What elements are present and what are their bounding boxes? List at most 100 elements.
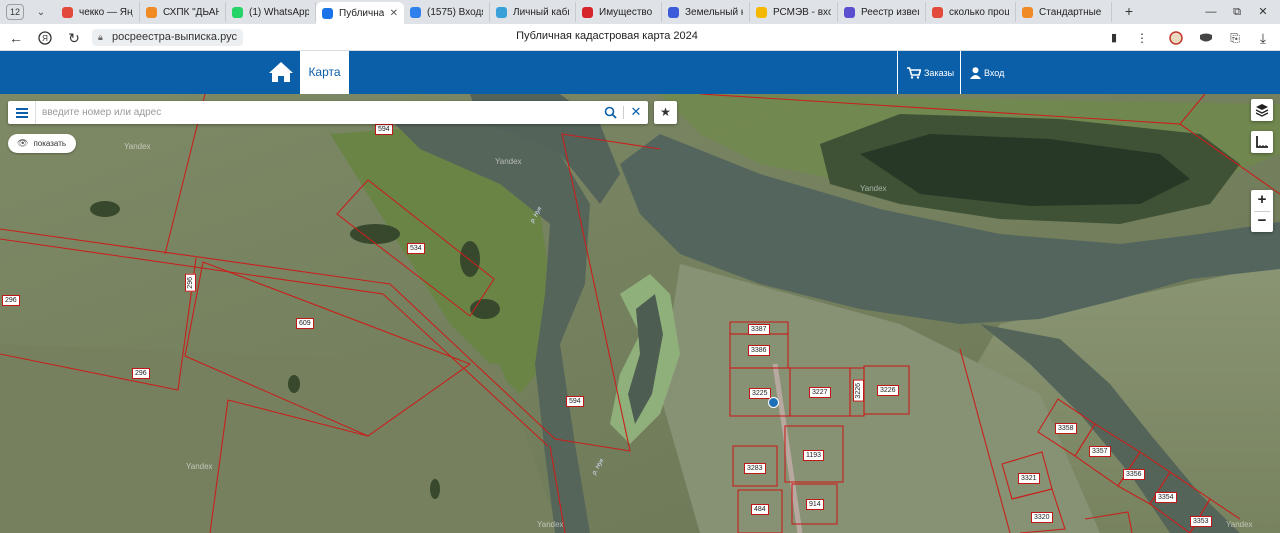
tab-label: сколько проц — [949, 6, 1009, 18]
parcel-label[interactable]: 296 — [185, 274, 196, 292]
orders-label: Заказы — [924, 67, 955, 78]
parcel-label[interactable]: 3358 — [1055, 423, 1077, 434]
show-label: показать — [33, 139, 67, 148]
parcel-label[interactable]: 3226 — [853, 380, 864, 402]
browser-tab[interactable]: (1) WhatsApp — [226, 2, 316, 22]
extension-icon[interactable] — [1166, 28, 1186, 48]
zoom-in-icon[interactable]: + — [1251, 190, 1273, 211]
parcel-label[interactable]: 3353 — [1190, 516, 1212, 527]
downloads-icon[interactable]: ⤓ — [1253, 28, 1273, 48]
browser-tab[interactable]: сколько проц — [926, 2, 1016, 22]
restore-icon[interactable]: ⧉ — [1224, 0, 1250, 24]
layers-icon[interactable] — [1251, 99, 1273, 121]
page-title: Публичная кадастровая карта 2024 — [516, 30, 698, 42]
parcel-label[interactable]: 594 — [375, 124, 393, 135]
login-button[interactable]: Вход — [960, 51, 1020, 94]
parcel-label[interactable]: 3387 — [748, 324, 770, 335]
tab-favicon-icon — [62, 6, 73, 18]
collections-icon[interactable]: ⎘ — [1225, 28, 1245, 48]
tab-close-icon[interactable]: ✕ — [390, 8, 398, 19]
parcel-label[interactable]: 3226 — [877, 385, 899, 396]
browser-tab[interactable]: Публичная ка ✕ — [316, 2, 404, 24]
yandex-watermark: Yandex — [124, 142, 151, 151]
login-label: Вход — [984, 67, 1005, 78]
star-icon[interactable]: ★ — [654, 101, 677, 124]
more-menu-icon[interactable]: ⋮ — [1132, 28, 1152, 48]
parcel-label[interactable]: 3320 — [1031, 512, 1053, 523]
tab-label: РСМЭВ - вход — [773, 6, 831, 18]
tab-list-chevron-icon[interactable]: ⌄ — [32, 7, 50, 18]
tab-favicon-icon — [582, 6, 593, 18]
search-input[interactable] — [42, 101, 592, 124]
parcel-label[interactable]: 3357 — [1089, 446, 1111, 457]
search-icon[interactable] — [604, 106, 617, 119]
ruler-icon[interactable] — [1251, 131, 1273, 153]
parcel-label[interactable]: 3321 — [1018, 473, 1040, 484]
location-marker[interactable] — [768, 397, 779, 408]
parcel-label[interactable]: 296 — [2, 295, 20, 306]
parcel-label[interactable]: 534 — [407, 243, 425, 254]
parcel-label[interactable]: 3356 — [1123, 469, 1145, 480]
browser-tab[interactable]: чекко — Яндекс — [56, 2, 140, 22]
parcel-label[interactable]: 3227 — [809, 387, 831, 398]
browser-tab[interactable]: Реестр извещ — [838, 2, 926, 22]
tab-label: СХПК "ДЬАНЫ — [163, 6, 219, 18]
hamburger-menu-icon[interactable] — [8, 101, 36, 124]
browser-tab[interactable]: РСМЭВ - вход — [750, 2, 838, 22]
browser-tab[interactable]: Имущество — [576, 2, 662, 22]
tab-count-badge[interactable]: 12 — [6, 4, 24, 20]
parcel-label[interactable]: 3354 — [1155, 492, 1177, 503]
browser-tab[interactable]: Личный кабин — [490, 2, 576, 22]
tab-label: Личный кабин — [513, 6, 569, 18]
cart-icon — [907, 66, 921, 79]
tab-map[interactable]: Карта — [300, 51, 349, 94]
tab-label: Имущество — [599, 6, 653, 18]
yandex-watermark: Yandex — [495, 157, 522, 166]
parcel-label[interactable]: 484 — [751, 504, 769, 515]
tab-label: Реестр извещ — [861, 6, 919, 18]
tab-favicon-icon — [844, 6, 855, 18]
user-icon — [970, 66, 981, 79]
parcel-label[interactable]: 594 — [566, 396, 584, 407]
tab-label: Стандартные — [1039, 6, 1102, 18]
parcel-label[interactable]: 1193 — [803, 450, 825, 461]
browser-tab[interactable]: Земельный ко — [662, 2, 750, 22]
tab-label: чекко — Яндекс — [79, 6, 133, 18]
parcel-label[interactable]: 609 — [296, 318, 314, 329]
parcel-label[interactable]: 3386 — [748, 345, 770, 356]
close-window-icon[interactable]: ✕ — [1250, 0, 1276, 24]
tab-favicon-icon — [932, 6, 943, 18]
search-divider — [623, 106, 624, 119]
parcel-label[interactable]: 3225 — [749, 388, 771, 399]
tab-favicon-icon — [410, 6, 421, 18]
tab-favicon-icon — [1022, 6, 1033, 18]
bookmark-icon[interactable]: ▮ — [1104, 28, 1124, 48]
home-icon[interactable] — [268, 60, 294, 84]
parcel-label[interactable]: 3283 — [744, 463, 766, 474]
yandex-watermark: Yandex — [1226, 520, 1253, 529]
show-button[interactable]: 👁︎ показать — [8, 134, 77, 153]
tab-favicon-icon — [232, 6, 243, 18]
yandex-watermark: Yandex — [186, 462, 213, 471]
browser-tab[interactable]: СХПК "ДЬАНЫ — [140, 2, 226, 22]
parcel-label[interactable]: 296 — [132, 368, 150, 379]
zoom-out-icon[interactable]: − — [1251, 211, 1273, 232]
new-tab-plus-icon[interactable]: + — [1120, 3, 1138, 21]
search-box: ✕ — [8, 101, 648, 124]
tab-label: Публичная ка — [339, 7, 384, 19]
close-icon[interactable]: ✕ — [627, 103, 645, 121]
browser-tab[interactable]: (1575) Входящ — [404, 2, 490, 22]
browser-tab-strip: 12 ⌄ чекко — Яндекс СХПК "ДЬАНЫ (1) WhatsA… — [0, 0, 1280, 24]
tab-favicon-icon — [146, 6, 157, 18]
parcel-label[interactable]: 914 — [806, 499, 824, 510]
tab-favicon-icon — [496, 6, 507, 18]
shield-icon[interactable] — [1196, 28, 1216, 48]
minimize-icon[interactable]: — — [1198, 0, 1224, 24]
address-bar: ← Я ↻ 🔒︎ росреестра-выписка.рус Публична… — [0, 24, 1280, 51]
tab-label: (1) WhatsApp — [249, 6, 309, 18]
yandex-watermark: Yandex — [537, 520, 564, 529]
browser-tab[interactable]: Стандартные — [1016, 2, 1112, 22]
cadastral-map[interactable]: Yandex Yandex Yandex Yandex Yandex Yande… — [0, 94, 1280, 533]
tab-label: (1575) Входящ — [427, 6, 483, 18]
orders-button[interactable]: Заказы — [897, 51, 959, 94]
